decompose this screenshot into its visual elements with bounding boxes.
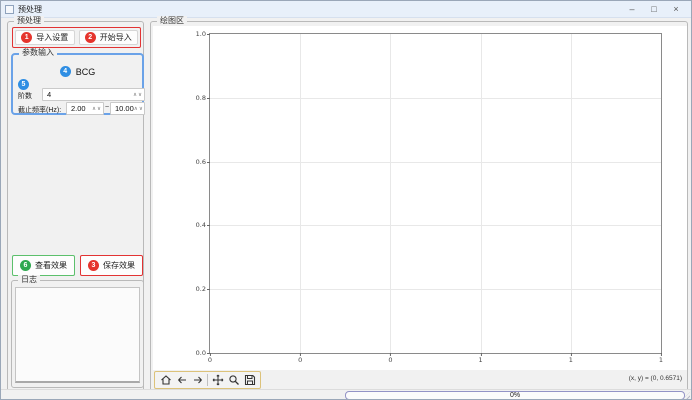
cutoff-high-spinbox[interactable]: 10.00 ∧∨	[110, 102, 145, 115]
spin-down-icon[interactable]: ∨	[97, 106, 101, 112]
log-group-label: 日志	[18, 275, 40, 285]
signal-type-label: BCG	[76, 67, 96, 77]
spin-up-icon[interactable]: ∧	[133, 92, 137, 98]
gridline-vertical	[300, 34, 301, 353]
order-label: 阶数	[18, 91, 32, 101]
view-result-label: 查看效果	[35, 260, 67, 271]
y-tick-label: 0.8	[196, 94, 206, 102]
window-controls: – □ ×	[621, 1, 687, 17]
order-value: 4	[45, 90, 133, 99]
import-annotation-box: 1 导入设置 2 开始导入	[12, 27, 141, 48]
log-group: 日志	[11, 280, 144, 388]
spinner-arrows[interactable]: ∧∨	[133, 92, 142, 98]
statusbar: 0%	[1, 389, 691, 400]
plot-area-group: 绘图区 1.0 0.8 0.6 0.4 0.2 0.0 0 0 0	[150, 21, 688, 392]
x-tick-label: 1	[479, 356, 483, 364]
plot-canvas[interactable]: 1.0 0.8 0.6 0.4 0.2 0.0 0 0 0 1 1 1	[153, 26, 687, 370]
gridline-horizontal	[210, 289, 661, 290]
import-settings-button[interactable]: 1 导入设置	[15, 30, 75, 45]
gridline-vertical	[390, 34, 391, 353]
param-input-group: 参数输入 4 BCG 5 阶数 4 ∧∨ 截止频率(Hz): 2.00 ∧∨ ~…	[11, 53, 144, 115]
start-import-button[interactable]: 2 开始导入	[79, 30, 139, 45]
y-tick-label: 0.4	[196, 221, 206, 229]
plot-toolbar	[154, 371, 261, 389]
spinner-arrows[interactable]: ∧∨	[134, 106, 143, 112]
zoom-icon[interactable]	[227, 373, 240, 387]
cutoff-low-spinbox[interactable]: 2.00 ∧∨	[66, 102, 104, 115]
y-tick-label: 0.0	[196, 349, 206, 357]
maximize-button[interactable]: □	[643, 1, 665, 17]
spin-up-icon[interactable]: ∧	[92, 106, 96, 112]
save-result-label: 保存效果	[103, 260, 135, 271]
gridline-horizontal	[210, 225, 661, 226]
spin-up-icon[interactable]: ∧	[134, 106, 138, 112]
x-tick-label: 0	[298, 356, 302, 364]
start-import-label: 开始导入	[100, 32, 132, 43]
chart-axes: 1.0 0.8 0.6 0.4 0.2 0.0 0 0 0 1 1 1	[209, 33, 662, 354]
step-badge-6: 6	[20, 260, 31, 271]
step-badge-4: 4	[60, 66, 71, 77]
app-icon	[5, 5, 14, 14]
titlebar: 预处理 – □ ×	[1, 1, 691, 18]
step-badge-5: 5	[18, 79, 29, 90]
progress-label: 0%	[510, 392, 520, 400]
preprocess-group: 预处理 1 导入设置 2 开始导入 参数输入 4 BCG 5 阶数 4 ∧∨	[7, 21, 144, 392]
x-tick-label: 0	[208, 356, 212, 364]
step-badge-1: 1	[21, 32, 32, 43]
window-title: 预处理	[18, 4, 42, 15]
view-result-button[interactable]: 6 查看效果	[12, 255, 75, 276]
step-badge-3: 3	[88, 260, 99, 271]
x-tick-label: 1	[569, 356, 573, 364]
preprocess-group-label: 预处理	[14, 16, 44, 26]
y-tick-label: 0.2	[196, 285, 206, 293]
spinner-arrows[interactable]: ∧∨	[92, 106, 101, 112]
x-tick-label: 0	[388, 356, 392, 364]
gridline-vertical	[481, 34, 482, 353]
app-window: 预处理 – □ × 预处理 1 导入设置 2 开始导入 参数输入 4 BCG	[0, 0, 692, 400]
plot-area-group-label: 绘图区	[157, 16, 187, 26]
progress-bar: 0%	[345, 391, 685, 400]
gridline-horizontal	[210, 162, 661, 163]
spin-down-icon[interactable]: ∨	[139, 106, 143, 112]
pan-icon[interactable]	[211, 373, 224, 387]
x-tick-label: 1	[659, 356, 663, 364]
step-badge-2: 2	[85, 32, 96, 43]
gridline-horizontal	[210, 98, 661, 99]
home-icon[interactable]	[159, 373, 172, 387]
y-tick-label: 0.6	[196, 158, 206, 166]
order-spinbox[interactable]: 4 ∧∨	[42, 88, 145, 101]
forward-icon[interactable]	[191, 373, 204, 387]
cutoff-label: 截止频率(Hz):	[18, 105, 61, 115]
save-icon[interactable]	[243, 373, 256, 387]
param-input-group-label: 参数输入	[19, 48, 57, 58]
gridline-vertical	[571, 34, 572, 353]
spin-down-icon[interactable]: ∨	[138, 92, 142, 98]
y-tick-label: 1.0	[196, 30, 206, 38]
cursor-coords-readout: (x, y) = (0, 0.6571)	[629, 375, 682, 382]
back-icon[interactable]	[175, 373, 188, 387]
close-button[interactable]: ×	[665, 1, 687, 17]
log-textarea[interactable]	[15, 287, 140, 383]
cutoff-low-value: 2.00	[69, 104, 92, 113]
toolbar-separator	[207, 374, 208, 386]
import-settings-label: 导入设置	[36, 32, 68, 43]
minimize-button[interactable]: –	[621, 1, 643, 17]
save-result-button[interactable]: 3 保存效果	[80, 255, 143, 276]
range-tilde: ~	[105, 104, 109, 111]
signal-type-row: 4 BCG	[13, 65, 142, 78]
cutoff-high-value: 10.00	[113, 104, 134, 113]
